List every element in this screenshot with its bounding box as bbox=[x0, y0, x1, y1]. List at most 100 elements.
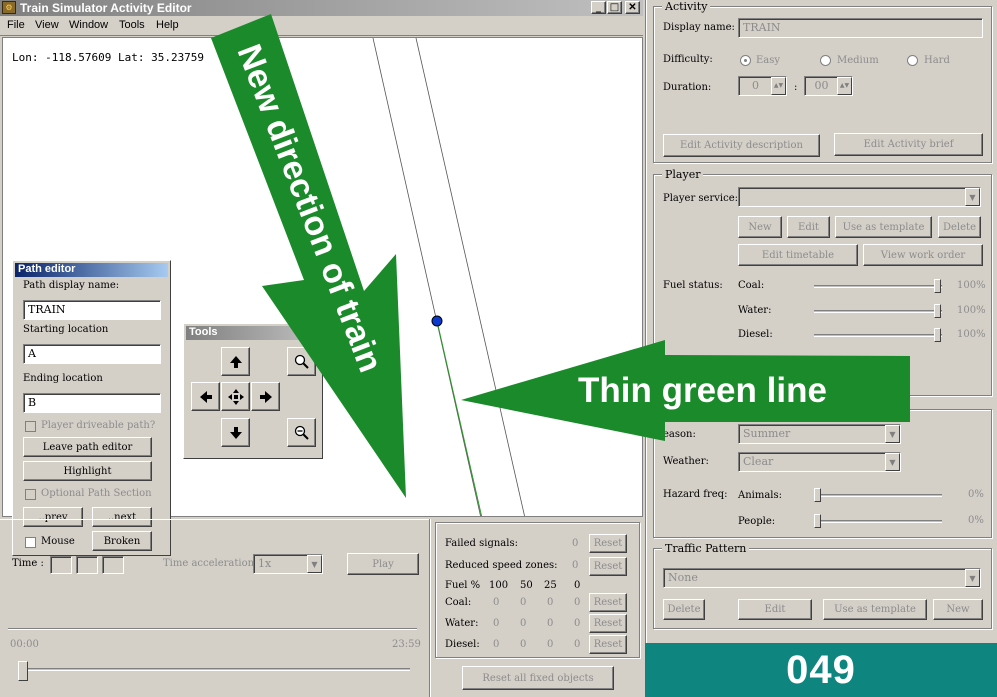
menu-help[interactable]: Help bbox=[156, 19, 179, 31]
time-slider-thumb[interactable] bbox=[18, 661, 28, 681]
difficulty-label: Difficulty: bbox=[663, 54, 713, 65]
leave-path-editor-button[interactable]: Leave path editor bbox=[23, 437, 152, 457]
center-button[interactable] bbox=[221, 382, 250, 411]
play-button[interactable]: Play bbox=[347, 553, 419, 575]
player-service-select[interactable]: ▼ bbox=[738, 187, 981, 207]
pan-left-button[interactable] bbox=[191, 382, 220, 411]
player-service-label: Player service: bbox=[663, 193, 738, 204]
optional-section-checkbox[interactable] bbox=[25, 489, 36, 500]
traffic-use-as-template-button[interactable]: Use as template bbox=[823, 599, 927, 620]
zoom-out-button[interactable] bbox=[287, 418, 316, 447]
menu-bar: File View Window Tools Help bbox=[0, 16, 643, 36]
diesel-row-label: Diesel: bbox=[445, 639, 480, 650]
fuel-level-50: 50 bbox=[520, 580, 533, 591]
close-button[interactable]: ✕ bbox=[625, 1, 640, 14]
people-thumb[interactable] bbox=[814, 514, 821, 528]
traffic-pattern-select[interactable]: None ▼ bbox=[663, 568, 981, 588]
menu-file[interactable]: File bbox=[7, 19, 25, 31]
water-reset-button[interactable]: Reset bbox=[589, 614, 627, 633]
player-coal-thumb[interactable] bbox=[934, 279, 941, 293]
zoom-out-icon bbox=[294, 425, 309, 440]
failed-signals-reset-button[interactable]: Reset bbox=[589, 534, 627, 553]
path-display-name-label: Path display name: bbox=[23, 280, 120, 291]
menu-view[interactable]: View bbox=[35, 19, 59, 31]
activity-display-name-label: Display name: bbox=[663, 22, 735, 33]
time-acceleration-select[interactable]: 1x ▼ bbox=[253, 554, 323, 574]
edit-timetable-button[interactable]: Edit timetable bbox=[738, 244, 858, 266]
season-select[interactable]: Summer ▼ bbox=[738, 424, 901, 444]
animals-slider[interactable] bbox=[814, 494, 942, 497]
traffic-delete-button[interactable]: Delete bbox=[663, 599, 705, 620]
diesel-reset-button[interactable]: Reset bbox=[589, 635, 627, 654]
pan-up-button[interactable] bbox=[221, 347, 250, 376]
path-display-name-input[interactable]: TRAIN bbox=[23, 300, 161, 320]
activity-group-title: Activity bbox=[662, 0, 711, 13]
hazard-freq-label: Hazard freq: bbox=[663, 489, 728, 500]
timeline-panel: Time : Time acceleration 1x ▼ Play 00:00… bbox=[0, 519, 429, 697]
coal-row-label: Coal: bbox=[445, 597, 472, 608]
difficulty-medium-radio[interactable] bbox=[820, 55, 831, 66]
highlight-button[interactable]: Highlight bbox=[23, 461, 152, 481]
maximize-button[interactable]: □ bbox=[607, 1, 622, 14]
difficulty-easy-radio[interactable] bbox=[740, 55, 751, 66]
duration-separator: : bbox=[794, 82, 798, 93]
difficulty-easy-label: Easy bbox=[756, 55, 781, 66]
player-new-button[interactable]: New bbox=[738, 216, 782, 238]
animals-label: Animals: bbox=[738, 490, 783, 501]
driveable-label: Player driveable path? bbox=[41, 420, 156, 431]
traffic-edit-button[interactable]: Edit bbox=[738, 599, 812, 620]
player-use-as-template-button[interactable]: Use as template bbox=[835, 216, 932, 238]
pan-down-button[interactable] bbox=[221, 418, 250, 447]
player-diesel-percent: 100% bbox=[957, 329, 986, 340]
menu-window[interactable]: Window bbox=[69, 19, 108, 31]
diesel-value: 0 bbox=[520, 639, 527, 650]
traffic-new-button[interactable]: New bbox=[933, 599, 983, 620]
menu-tools[interactable]: Tools bbox=[119, 19, 145, 31]
player-water-thumb[interactable] bbox=[934, 304, 941, 318]
difficulty-hard-radio[interactable] bbox=[907, 55, 918, 66]
time-second-field[interactable] bbox=[102, 556, 124, 574]
season-label: eason: bbox=[663, 429, 696, 440]
difficulty-hard-label: Hard bbox=[924, 55, 950, 66]
reset-all-fixed-objects-button[interactable]: Reset all fixed objects bbox=[462, 666, 614, 690]
starting-location-input[interactable]: A bbox=[23, 344, 161, 364]
fuel-header: Fuel % bbox=[445, 580, 481, 591]
water-value: 0 bbox=[493, 618, 500, 629]
pan-right-button[interactable] bbox=[251, 382, 280, 411]
app-icon: ⚙ bbox=[2, 1, 16, 14]
player-diesel-thumb[interactable] bbox=[934, 328, 941, 342]
water-value: 0 bbox=[574, 618, 581, 629]
edit-activity-brief-button[interactable]: Edit Activity brief bbox=[834, 133, 983, 156]
time-minute-field[interactable] bbox=[76, 556, 98, 574]
player-water-label: Water: bbox=[738, 305, 772, 316]
minimize-button[interactable]: _ bbox=[591, 1, 606, 14]
activity-display-name-input[interactable]: TRAIN bbox=[738, 18, 983, 38]
edit-activity-description-button[interactable]: Edit Activity description bbox=[663, 134, 820, 157]
duration-label: Duration: bbox=[663, 82, 712, 93]
player-coal-slider[interactable] bbox=[814, 285, 942, 288]
duration-hours-spinner[interactable]: 0 ▲▼ bbox=[738, 76, 787, 96]
player-delete-button[interactable]: Delete bbox=[938, 216, 981, 238]
ending-location-input[interactable]: B bbox=[23, 393, 161, 413]
reduced-speed-reset-button[interactable]: Reset bbox=[589, 557, 627, 576]
time-slider-track[interactable] bbox=[18, 668, 410, 671]
people-percent: 0% bbox=[968, 515, 984, 526]
diesel-value: 0 bbox=[547, 639, 554, 650]
time-hour-field[interactable] bbox=[50, 556, 72, 574]
player-diesel-slider[interactable] bbox=[814, 334, 942, 337]
green-path-line bbox=[436, 320, 483, 516]
player-diesel-label: Diesel: bbox=[738, 329, 773, 340]
zoom-in-button[interactable] bbox=[287, 347, 316, 376]
player-coal-label: Coal: bbox=[738, 280, 765, 291]
player-water-slider[interactable] bbox=[814, 310, 942, 313]
failed-signals-label: Failed signals: bbox=[445, 538, 518, 549]
player-edit-button[interactable]: Edit bbox=[787, 216, 830, 238]
animals-thumb[interactable] bbox=[814, 488, 821, 502]
people-slider[interactable] bbox=[814, 520, 942, 523]
weather-select[interactable]: Clear ▼ bbox=[738, 452, 901, 472]
view-work-order-button[interactable]: View work order bbox=[863, 244, 983, 266]
duration-minutes-spinner[interactable]: 00 ▲▼ bbox=[804, 76, 853, 96]
driveable-checkbox[interactable] bbox=[25, 421, 36, 432]
coal-reset-button[interactable]: Reset bbox=[589, 593, 627, 612]
ending-location-label: Ending location bbox=[23, 373, 103, 384]
